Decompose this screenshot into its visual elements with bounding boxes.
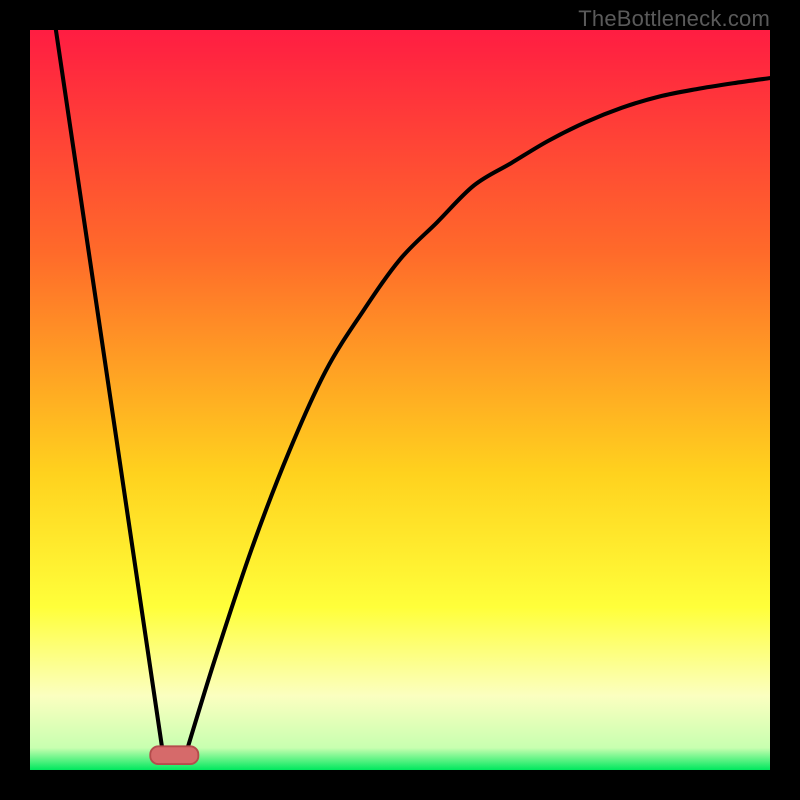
watermark-text: TheBottleneck.com: [578, 6, 770, 32]
chart-frame: TheBottleneck.com: [0, 0, 800, 800]
bottleneck-marker: [150, 746, 198, 764]
gradient-background: [30, 30, 770, 770]
bottleneck-chart: [30, 30, 770, 770]
